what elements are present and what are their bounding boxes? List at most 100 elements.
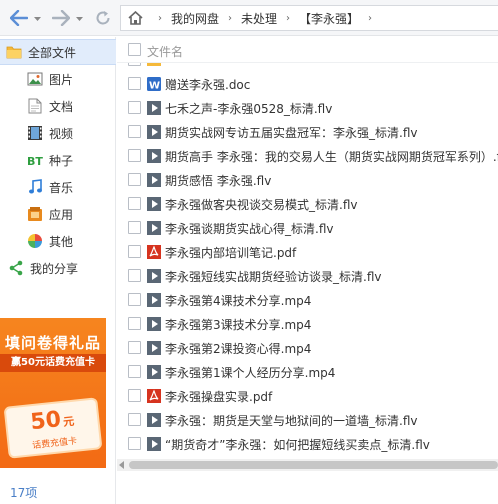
row-checkbox[interactable] [128, 101, 141, 114]
list-item[interactable]: “期货奇才”李永强：如何把握短线买卖点_标清.flv [117, 432, 498, 456]
list-item[interactable]: 期货感悟 李永强.flv [117, 168, 498, 192]
row-checkbox[interactable] [128, 77, 141, 90]
forward-history-dropdown[interactable] [74, 5, 84, 31]
scrollbar-thumb[interactable] [129, 461, 498, 469]
sidebar-item-label: 其他 [49, 234, 74, 249]
row-checkbox[interactable] [128, 269, 141, 282]
refresh-button[interactable] [90, 5, 116, 31]
bt-icon: BT [27, 152, 43, 168]
back-history-dropdown[interactable] [32, 5, 42, 31]
refresh-icon [95, 10, 111, 26]
list-item[interactable]: 李永强操盘实录.pdf [117, 384, 498, 408]
share-icon [8, 260, 24, 276]
video-file-icon [146, 148, 162, 164]
row-checkbox[interactable] [128, 437, 141, 450]
file-name[interactable]: 期货感悟 李永强.flv [165, 172, 271, 189]
row-checkbox[interactable] [128, 317, 141, 330]
chevron-down-icon [75, 11, 83, 25]
sidebar-item-images[interactable]: 图片 [0, 66, 116, 92]
promo-banner[interactable]: 填问卷得礼品 赢50元话费充值卡 50元 话费充值卡 [0, 318, 106, 468]
app-icon [27, 206, 43, 222]
back-button[interactable] [6, 5, 32, 31]
video-icon [27, 125, 43, 141]
row-checkbox[interactable] [128, 173, 141, 186]
list-item[interactable]: 七禾之声-李永强0528_标清.flv [117, 96, 498, 120]
svg-text:BT: BT [27, 155, 43, 167]
word-doc-icon: W [146, 76, 162, 92]
list-item[interactable]: 李永强短线实战期货经验访谈录_标清.flv [117, 264, 498, 288]
sidebar-item-music[interactable]: 音乐 [0, 174, 116, 200]
file-name[interactable]: 赠送李永强.doc [165, 76, 250, 93]
item-count: 17项 [10, 486, 38, 500]
row-checkbox[interactable] [128, 413, 141, 426]
file-name[interactable]: 李永强第3课技术分享.mp4 [165, 316, 311, 333]
list-item[interactable]: 期货实战网专访五届实盘冠军：李永强_标清.flv [117, 120, 498, 144]
file-name[interactable]: 李永强第1课个人经历分享.mp4 [165, 364, 335, 381]
list-item[interactable]: 李永强第1课个人经历分享.mp4 [117, 360, 498, 384]
row-checkbox[interactable] [128, 293, 141, 306]
file-name[interactable]: 李永强谈期货实战心得_标清.flv [165, 220, 333, 237]
row-checkbox[interactable] [128, 197, 141, 210]
file-name[interactable]: 李永强第2课投资心得.mp4 [165, 340, 311, 357]
sidebar-item-other[interactable]: 其他 [0, 228, 116, 254]
file-name[interactable]: 李永强：期货是天堂与地狱间的一道墙_标清.flv [165, 412, 417, 429]
list-item[interactable]: 李永强内部培训笔记.pdf [117, 240, 498, 264]
row-checkbox[interactable] [128, 341, 141, 354]
breadcrumb-item-unprocessed[interactable]: 未处理 [241, 10, 277, 27]
breadcrumb-item-current-folder[interactable]: 【李永强】 [299, 10, 359, 27]
sidebar-item-label: 视频 [49, 126, 74, 141]
forward-button[interactable] [48, 5, 74, 31]
video-file-icon [146, 172, 162, 188]
scroll-left-arrow-icon[interactable] [119, 461, 124, 469]
video-file-icon [146, 220, 162, 236]
sidebar-item-videos[interactable]: 视频 [0, 120, 116, 146]
horizontal-scrollbar[interactable] [117, 459, 498, 471]
video-file-icon [146, 316, 162, 332]
back-arrow-icon [10, 9, 28, 26]
sidebar-item-label: 应用 [49, 207, 74, 222]
file-name[interactable]: “期货奇才”李永强：如何把握短线买卖点_标清.flv [165, 436, 430, 453]
file-name[interactable]: 李永强做客央视谈交易模式_标清.flv [165, 196, 357, 213]
row-checkbox[interactable] [128, 389, 141, 402]
row-checkbox[interactable] [128, 221, 141, 234]
list-item[interactable]: 李永强第2课投资心得.mp4 [117, 336, 498, 360]
row-checkbox[interactable] [128, 149, 141, 162]
file-name[interactable]: 期货实战网专访五届实盘冠军：李永强_标清.flv [165, 124, 417, 141]
row-checkbox[interactable] [128, 245, 141, 258]
sidebar-item-all-files[interactable]: 全部文件 [0, 39, 116, 65]
list-item[interactable]: 李永强谈期货实战心得_标清.flv [117, 216, 498, 240]
file-name[interactable]: 李永强操盘实录.pdf [165, 388, 272, 405]
sidebar-item-label: 种子 [49, 153, 74, 168]
video-file-icon [146, 412, 162, 428]
chevron-down-icon [33, 11, 41, 25]
column-header-filename[interactable]: 文件名 [147, 43, 183, 60]
select-all-checkbox[interactable] [128, 43, 141, 56]
home-icon[interactable] [127, 10, 143, 26]
row-checkbox[interactable] [128, 365, 141, 378]
video-file-icon [146, 268, 162, 284]
promo-gift-card: 50元 话费充值卡 [3, 397, 103, 459]
sidebar-item-torrents[interactable]: BT 种子 [0, 147, 116, 173]
sidebar-item-documents[interactable]: 文档 [0, 93, 116, 119]
list-item[interactable]: 李永强第3课技术分享.mp4 [117, 312, 498, 336]
row-checkbox[interactable] [128, 125, 141, 138]
list-item[interactable]: 李永强：期货是天堂与地狱间的一道墙_标清.flv [117, 408, 498, 432]
file-name[interactable]: 期货高手 李永强：我的交易人生（期货实战网期货冠军系列）.flv [165, 148, 498, 165]
sidebar-item-apps[interactable]: 应用 [0, 201, 116, 227]
file-name[interactable]: 李永强内部培训笔记.pdf [165, 244, 296, 261]
list-item[interactable]: 期货高手 李永强：我的交易人生（期货实战网期货冠军系列）.flv [117, 144, 498, 168]
list-item[interactable]: W 赠送李永强.doc [117, 72, 498, 96]
sidebar-item-my-shares[interactable]: 我的分享 [0, 255, 116, 281]
file-name[interactable]: 李永强第4课技术分享.mp4 [165, 292, 311, 309]
file-name[interactable]: 李永强短线实战期货经验访谈录_标清.flv [165, 268, 381, 285]
toolbar: › 我的网盘 › 未处理 › 【李永强】 › [0, 0, 498, 36]
svg-text:W: W [149, 81, 160, 92]
pdf-icon [146, 244, 162, 260]
folder-icon [6, 44, 22, 60]
list-item[interactable]: 李永强第4课技术分享.mp4 [117, 288, 498, 312]
file-name[interactable]: 七禾之声-李永强0528_标清.flv [165, 100, 332, 117]
list-item[interactable]: 李永强做客央视谈交易模式_标清.flv [117, 192, 498, 216]
breadcrumb-item-my-disk[interactable]: 我的网盘 [171, 10, 219, 27]
file-list-panel: W 赠送李永强.doc 七禾之声-李永强0528_标清.flv 期货实战网专访五届实盘… [117, 37, 498, 477]
video-file-icon [146, 340, 162, 356]
